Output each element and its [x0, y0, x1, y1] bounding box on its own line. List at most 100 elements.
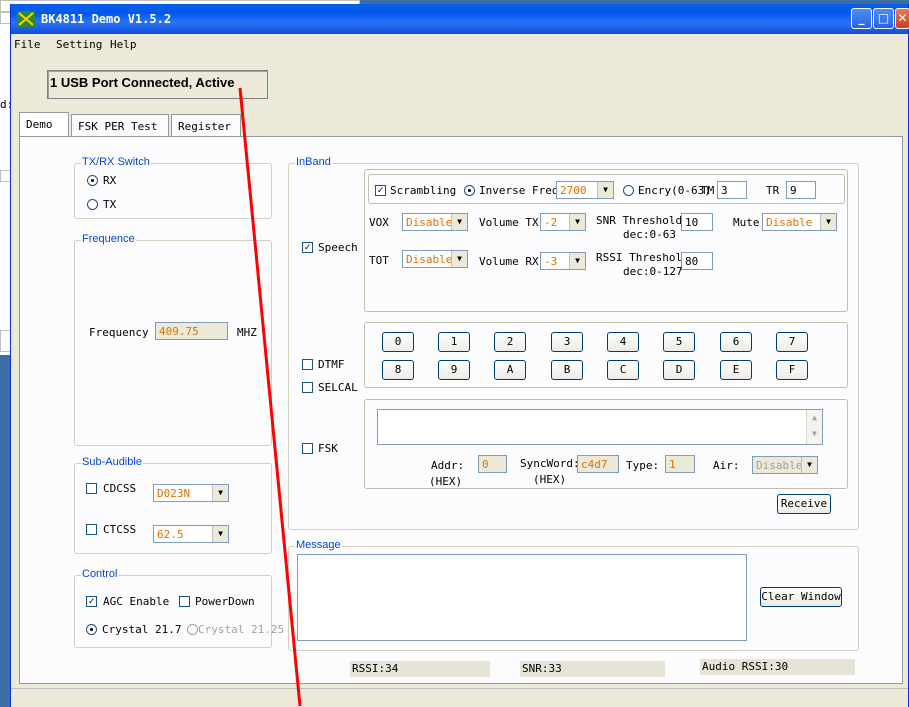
- subaudible-group: Sub-Audible CDCSS D023N ▼ CTCSS 62.5 ▼: [74, 456, 272, 554]
- key-4[interactable]: 4: [607, 332, 639, 352]
- message-textarea[interactable]: [297, 554, 747, 641]
- air-select[interactable]: Disable ▼: [752, 456, 818, 474]
- menu-file[interactable]: File: [14, 38, 41, 51]
- rssi-threshold-input[interactable]: 80: [681, 252, 713, 270]
- chevron-down-icon: ▼: [569, 253, 585, 269]
- key-f[interactable]: F: [776, 360, 808, 380]
- selcal-checkbox[interactable]: [302, 382, 313, 393]
- ctcss-select[interactable]: 62.5 ▼: [153, 525, 229, 543]
- title-bar[interactable]: BK4811 Demo V1.5.2 _ □ ✕: [11, 4, 909, 34]
- cdcss-select[interactable]: D023N ▼: [153, 484, 229, 502]
- powerdown-checkbox[interactable]: [179, 596, 190, 607]
- key-7[interactable]: 7: [776, 332, 808, 352]
- close-button[interactable]: ✕: [895, 8, 909, 29]
- volume-tx-select[interactable]: -2 ▼: [540, 213, 586, 231]
- crystal2-radio[interactable]: [187, 624, 198, 635]
- fsk-checkbox[interactable]: [302, 443, 313, 454]
- crystal1-radio[interactable]: [86, 624, 97, 635]
- control-legend: Control: [81, 568, 119, 580]
- type-label: Type:: [626, 459, 660, 472]
- key-b[interactable]: B: [551, 360, 583, 380]
- air-value: Disable: [756, 459, 803, 472]
- ctcss-checkbox[interactable]: [86, 524, 97, 535]
- crystal1-label: Crystal 21.7: [102, 623, 182, 636]
- scroll-down-icon[interactable]: ▼: [807, 426, 822, 442]
- crystal2-label: Crystal 21.25: [198, 623, 285, 636]
- addr-unit: (HEX): [429, 475, 463, 488]
- minimize-button[interactable]: _: [851, 8, 872, 29]
- inverse-freq-select[interactable]: 2700 ▼: [556, 181, 614, 199]
- vox-label: VOX: [369, 216, 389, 229]
- menu-bar: File Setting Help: [11, 34, 908, 56]
- key-3[interactable]: 3: [551, 332, 583, 352]
- speech-settings-box: ✓ Scrambling Inverse Freq 2700 ▼ Encry(0-…: [364, 169, 848, 312]
- key-0[interactable]: 0: [382, 332, 414, 352]
- key-d[interactable]: D: [663, 360, 695, 380]
- volume-rx-label: Volume RX: [479, 255, 539, 268]
- chevron-down-icon: ▼: [597, 182, 613, 198]
- key-6[interactable]: 6: [720, 332, 752, 352]
- keypad-box: 0 1 2 3 4 5 6 7 8 9 A B C D E F: [364, 322, 848, 388]
- fsk-scrollbar[interactable]: ▲ ▼: [806, 410, 822, 444]
- chevron-down-icon: ▼: [451, 251, 467, 267]
- addr-input[interactable]: 0: [478, 455, 507, 473]
- scroll-up-icon[interactable]: ▲: [807, 410, 822, 426]
- syncword-unit: (HEX): [533, 473, 567, 486]
- cdcss-checkbox[interactable]: [86, 483, 97, 494]
- menu-setting[interactable]: Setting: [56, 38, 102, 51]
- tab-register[interactable]: Register: [171, 114, 241, 136]
- agc-checkbox[interactable]: ✓: [86, 596, 97, 607]
- tab-demo[interactable]: Demo: [19, 112, 69, 136]
- tx-radio[interactable]: [87, 199, 98, 210]
- syncword-input[interactable]: c4d7: [577, 455, 619, 473]
- encry-radio[interactable]: [623, 185, 634, 196]
- fsk-box: ▲ ▼ Addr: (HEX) 0 SyncWord: (HEX) c4d7 T…: [364, 399, 848, 489]
- agc-label: AGC Enable: [103, 595, 170, 608]
- tr-input[interactable]: 9: [786, 181, 816, 199]
- key-c[interactable]: C: [607, 360, 639, 380]
- ctcss-label: CTCSS: [103, 523, 137, 536]
- fsk-textarea[interactable]: ▲ ▼: [377, 409, 823, 445]
- selcal-label: SELCAL: [318, 381, 358, 394]
- volume-rx-select[interactable]: -3 ▼: [540, 252, 586, 270]
- key-5[interactable]: 5: [663, 332, 695, 352]
- tm-input[interactable]: 3: [717, 181, 747, 199]
- ctcss-value: 62.5: [157, 528, 184, 541]
- tot-select[interactable]: Disable ▼: [402, 250, 468, 268]
- cdcss-label: CDCSS: [103, 482, 137, 495]
- inband-legend: InBand: [295, 156, 332, 168]
- maximize-button[interactable]: □: [873, 8, 894, 29]
- mute-select[interactable]: Disable ▼: [762, 213, 837, 231]
- app-icon: [17, 11, 35, 27]
- key-2[interactable]: 2: [494, 332, 526, 352]
- clear-window-button[interactable]: Clear Window: [760, 587, 842, 607]
- key-1[interactable]: 1: [438, 332, 470, 352]
- type-input[interactable]: 1: [665, 455, 695, 473]
- speech-checkbox[interactable]: ✓: [302, 242, 313, 253]
- volume-tx-value: -2: [544, 216, 558, 229]
- frequency-input[interactable]: 409.75: [155, 322, 228, 340]
- txrx-group: TX/RX Switch RX TX: [74, 156, 272, 219]
- key-a[interactable]: A: [494, 360, 526, 380]
- dtmf-checkbox[interactable]: [302, 359, 313, 370]
- frequency-unit: MHZ: [237, 326, 257, 339]
- receive-button[interactable]: Receive: [777, 494, 831, 514]
- key-9[interactable]: 9: [438, 360, 470, 380]
- rx-radio[interactable]: [87, 175, 98, 186]
- menu-help[interactable]: Help: [110, 38, 137, 51]
- inverse-freq-radio[interactable]: [464, 185, 475, 196]
- chevron-down-icon: ▼: [569, 214, 585, 230]
- frequency-label: Frequency: [89, 326, 149, 339]
- volume-rx-value: -3: [544, 255, 558, 268]
- key-e[interactable]: E: [720, 360, 752, 380]
- txrx-legend: TX/RX Switch: [81, 156, 151, 168]
- chevron-down-icon: ▼: [212, 485, 228, 501]
- powerdown-label: PowerDown: [195, 595, 255, 608]
- vox-select[interactable]: Disable ▼: [402, 213, 468, 231]
- snr-threshold-input[interactable]: 10: [681, 213, 713, 231]
- key-8[interactable]: 8: [382, 360, 414, 380]
- vox-value: Disable: [406, 216, 453, 229]
- scrambling-checkbox[interactable]: ✓: [375, 185, 386, 196]
- tab-fsk-per-test[interactable]: FSK PER Test: [71, 114, 169, 136]
- speech-label: Speech: [318, 241, 358, 254]
